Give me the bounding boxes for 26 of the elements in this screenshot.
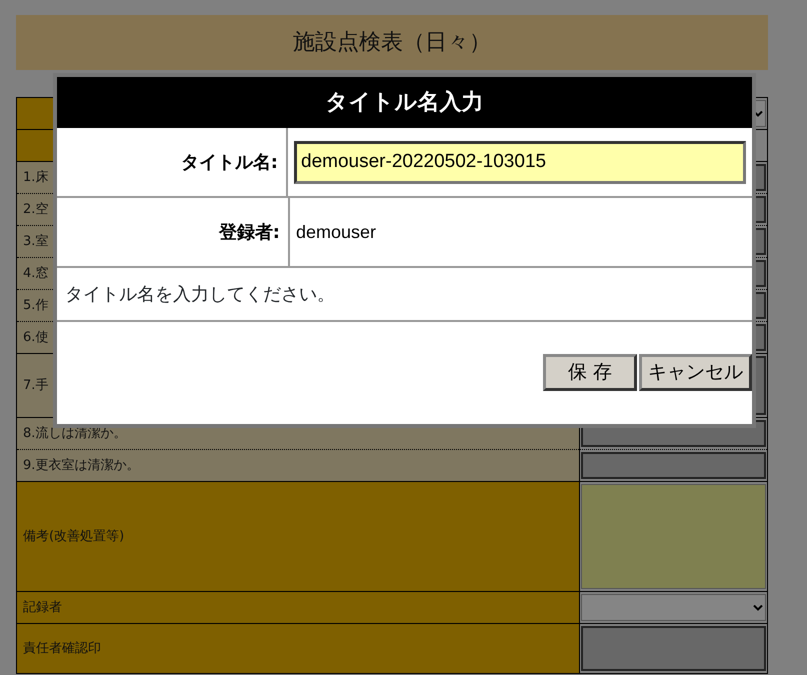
field-label: 登録者: bbox=[218, 220, 280, 244]
input-field[interactable] bbox=[581, 452, 766, 479]
row-label: 9.更衣室は清潔か。 bbox=[23, 458, 140, 473]
caret-icon bbox=[753, 110, 763, 116]
row-label: 記録者 bbox=[23, 600, 62, 615]
row-label: 備考(改善処置等) bbox=[23, 528, 124, 544]
field-label: タイトル名: bbox=[180, 150, 278, 174]
page-title: 施設点検表（日々） bbox=[16, 15, 768, 70]
row-label: 4.窓 bbox=[23, 266, 48, 281]
cancel-button[interactable]: キャンセル bbox=[639, 354, 752, 391]
row-label: 7.手 bbox=[23, 378, 48, 393]
row-label: 1.床 bbox=[23, 170, 48, 185]
remarks-field[interactable] bbox=[581, 484, 766, 589]
input-field[interactable] bbox=[581, 626, 766, 671]
row-label: 2.空 bbox=[23, 202, 48, 217]
field-value: demouser bbox=[296, 220, 376, 244]
dialog-message: タイトル名を入力してください。 bbox=[65, 282, 335, 306]
dialog-title: タイトル名入力 bbox=[57, 77, 752, 128]
row-label: 5.作 bbox=[23, 298, 48, 313]
row-label: 6.使 bbox=[23, 330, 48, 345]
caret-icon bbox=[753, 604, 763, 610]
row-label: 責任者確認印 bbox=[23, 640, 101, 656]
select-field[interactable] bbox=[581, 594, 766, 621]
save-button[interactable]: 保 存 bbox=[543, 354, 637, 391]
row-label: 3.室 bbox=[23, 234, 48, 249]
title-input[interactable]: demouser-20220502-103015 bbox=[294, 140, 746, 184]
